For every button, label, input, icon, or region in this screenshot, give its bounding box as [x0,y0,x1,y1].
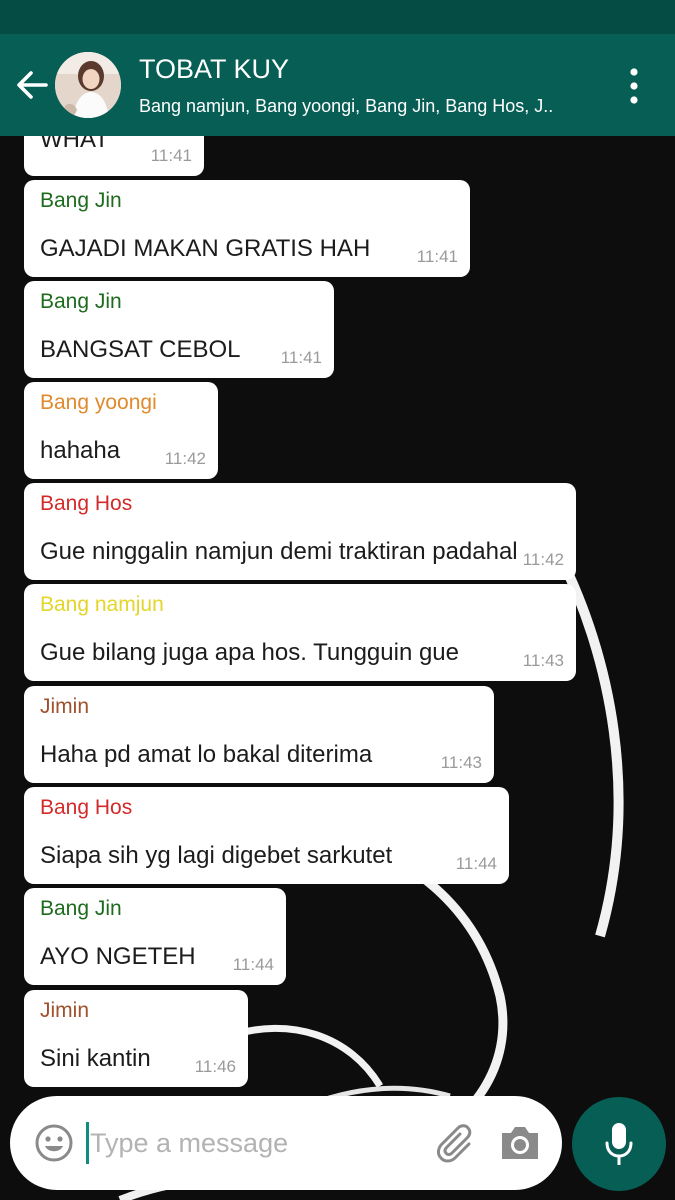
chat-screen: TOBAT KUY Bang namjun, Bang yoongi, Bang… [0,0,675,1200]
message-text: hahaha [40,437,121,464]
message-bubble[interactable]: Bang Jin BANGSAT CEBOL 11:41 [24,281,334,378]
message-bubble[interactable]: WHAT 11:41 [24,136,204,176]
message-bubble[interactable]: Bang Jin AYO NGETEH 11:44 [24,888,286,985]
message-time: 11:42 [164,449,206,468]
message-text: WHAT [40,136,109,153]
smiley-icon[interactable] [34,1123,74,1163]
sender-name: Bang Hos [40,492,133,515]
voice-record-button[interactable] [572,1097,666,1191]
chat-title[interactable]: TOBAT KUY [139,54,289,85]
message-text: GAJADI MAKAN GRATIS HAH [40,235,371,262]
chat-participants[interactable]: Bang namjun, Bang yoongi, Bang Jin, Bang… [139,96,579,117]
message-time: 11:41 [150,146,192,165]
sender-name: Bang Hos [40,796,133,819]
camera-icon[interactable] [499,1124,541,1162]
paperclip-icon[interactable] [435,1122,479,1166]
sender-name: Bang Jin [40,897,122,920]
message-text: Gue ninggalin namjun demi traktiran pada… [40,538,518,565]
message-bubble[interactable]: Bang namjun Gue bilang juga apa hos. Tun… [24,584,576,681]
chat-header: TOBAT KUY Bang namjun, Bang yoongi, Bang… [0,34,675,136]
message-text: Siapa sih yg lagi digebet sarkutet [40,842,393,869]
message-bubble[interactable]: Jimin Haha pd amat lo bakal diterima 11:… [24,686,494,783]
arrow-left-icon[interactable] [14,67,50,103]
message-composer [10,1096,562,1190]
message-time: 11:41 [416,247,458,266]
sender-name: Bang namjun [40,593,164,616]
message-bubble[interactable]: Bang Hos Siapa sih yg lagi digebet sarku… [24,787,509,884]
message-text: AYO NGETEH [40,943,196,970]
message-bubble[interactable]: Jimin Sini kantin 11:46 [24,990,248,1087]
message-list[interactable]: WHAT 11:41 Bang Jin GAJADI MAKAN GRATIS … [0,136,675,1200]
sender-name: Jimin [40,999,90,1022]
status-bar [0,0,675,34]
microphone-icon [605,1123,633,1165]
text-cursor [86,1122,89,1164]
message-time: 11:44 [455,854,497,873]
message-text: Gue bilang juga apa hos. Tungguin gue [40,639,460,666]
group-avatar[interactable] [55,52,121,118]
message-time: 11:41 [280,348,322,367]
more-vertical-icon[interactable] [620,66,648,106]
avatar-image [55,52,121,118]
message-time: 11:43 [440,753,482,772]
message-time: 11:42 [522,550,564,569]
message-time: 11:44 [232,955,274,974]
message-bubble[interactable]: Bang Jin GAJADI MAKAN GRATIS HAH 11:41 [24,180,470,277]
message-input[interactable] [90,1118,420,1168]
sender-name: Jimin [40,695,90,718]
sender-name: Bang Jin [40,290,122,313]
message-bubble[interactable]: Bang Hos Gue ninggalin namjun demi trakt… [24,483,576,580]
message-time: 11:46 [194,1057,236,1076]
message-text: Haha pd amat lo bakal diterima [40,741,373,768]
message-bubble[interactable]: Bang yoongi hahaha 11:42 [24,382,218,479]
sender-name: Bang Jin [40,189,122,212]
message-time: 11:43 [522,651,564,670]
sender-name: Bang yoongi [40,391,157,414]
message-text: BANGSAT CEBOL [40,336,241,363]
message-text: Sini kantin [40,1045,151,1072]
